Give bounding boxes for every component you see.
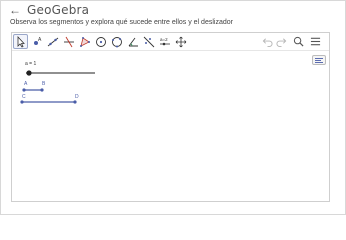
- perpendicular-line-tool[interactable]: [61, 34, 76, 49]
- move-tool[interactable]: [13, 34, 28, 49]
- redo-button[interactable]: [274, 34, 288, 49]
- line-tool[interactable]: [45, 34, 60, 49]
- graphics-view[interactable]: a = 1 A B C D: [12, 52, 329, 201]
- undo-icon: [262, 38, 272, 47]
- line-icon: [47, 37, 58, 46]
- point-icon: A: [33, 37, 42, 45]
- move-graphics-icon: [175, 36, 186, 47]
- polygon-icon: [79, 36, 90, 47]
- point-b[interactable]: [40, 88, 44, 92]
- angle-icon: [128, 37, 138, 46]
- back-button[interactable]: ←: [7, 2, 23, 18]
- point-tool[interactable]: A: [29, 34, 44, 49]
- toolbar: A a=2: [12, 33, 329, 51]
- undo-button[interactable]: [260, 34, 274, 49]
- menu-icon: [310, 37, 320, 46]
- point-b-label: B: [42, 81, 46, 87]
- svg-text:A: A: [38, 37, 42, 43]
- point-a-label: A: [24, 81, 28, 87]
- perpendicular-icon: [63, 36, 74, 47]
- point-c[interactable]: [20, 100, 24, 104]
- svg-text:a=2: a=2: [160, 37, 168, 42]
- reflect-icon: [143, 36, 154, 47]
- point-a[interactable]: [22, 88, 26, 92]
- cursor-icon: [17, 35, 25, 48]
- construction-canvas: [20, 70, 95, 104]
- search-button[interactable]: [291, 34, 305, 49]
- geogebra-applet: A a=2 a = 1 A B C D: [11, 32, 330, 202]
- angle-tool[interactable]: [125, 34, 140, 49]
- slider-icon: a=2: [159, 37, 170, 45]
- header-bar: ← GeoGebra: [1, 1, 345, 19]
- move-graphics-tool[interactable]: [173, 34, 188, 49]
- geogebra-logo: GeoGebra: [27, 3, 90, 17]
- arrow-left-icon: ←: [9, 3, 21, 17]
- redo-icon: [276, 38, 286, 47]
- app-frame: ← GeoGebra Observa los segmentos y explo…: [0, 0, 346, 215]
- circle-three-points-tool[interactable]: [109, 34, 124, 49]
- search-icon: [293, 36, 304, 47]
- menu-button[interactable]: [308, 34, 322, 49]
- point-d-label: D: [75, 94, 79, 100]
- point-c-label: C: [22, 94, 26, 100]
- circle-tool[interactable]: [93, 34, 108, 49]
- circle-center-icon: [95, 36, 106, 47]
- reflect-tool[interactable]: [141, 34, 156, 49]
- slider-tool[interactable]: a=2: [157, 34, 172, 49]
- instruction-text: Observa los segmentos y explora qué suce…: [10, 19, 233, 26]
- slider-handle[interactable]: [26, 70, 32, 76]
- point-d[interactable]: [73, 100, 77, 104]
- polygon-tool[interactable]: [77, 34, 92, 49]
- circle-points-icon: [111, 36, 122, 47]
